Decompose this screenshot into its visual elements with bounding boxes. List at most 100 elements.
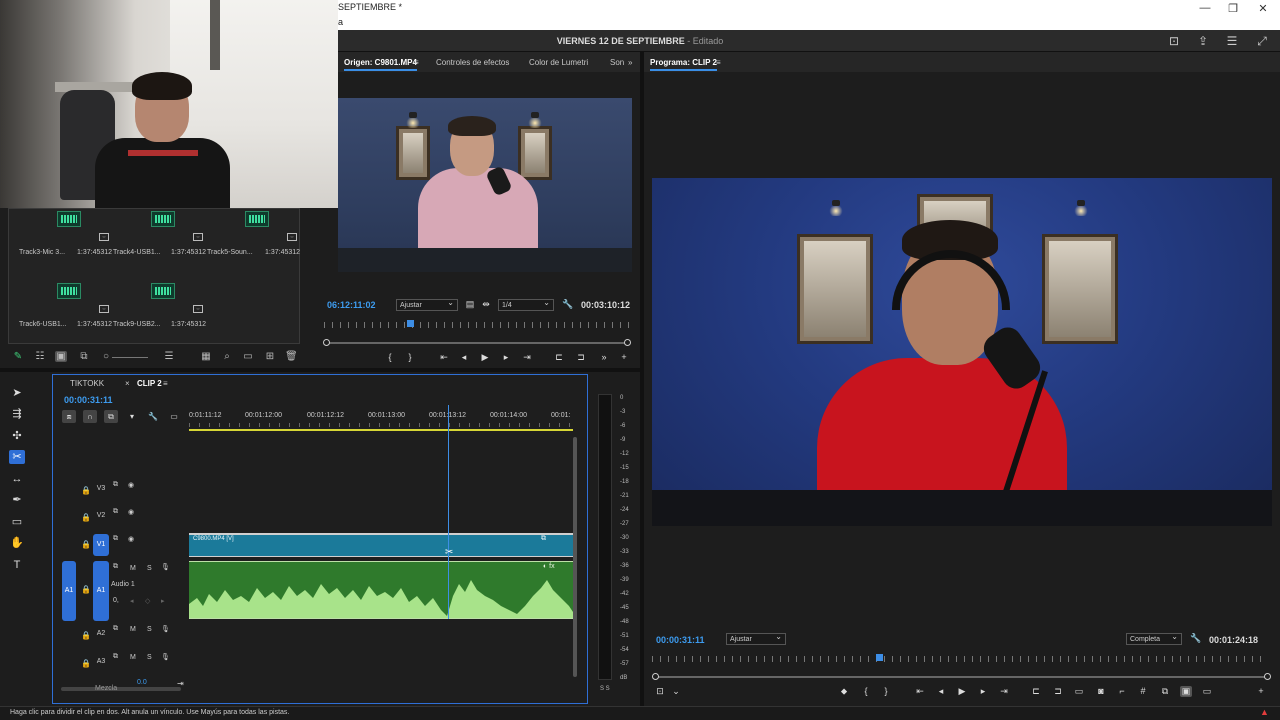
mark-out-icon[interactable]: } [404,352,416,362]
trash-icon[interactable]: 🗑 [285,351,298,362]
mute-button[interactable]: M [130,654,136,661]
add-button-icon[interactable]: + [618,352,630,362]
multicam-icon[interactable]: ▣ [1180,686,1192,697]
zoom-slider-icon[interactable]: ○ [100,351,112,362]
source-fit-select[interactable]: Ajustar [396,298,458,311]
play-icon[interactable]: ▶ [956,686,968,697]
track-name[interactable]: V3 [93,485,109,492]
meter-solo-buttons[interactable]: S S [600,686,610,692]
lock-icon[interactable]: 🔒 [81,540,91,549]
tab-menu-icon[interactable]: ≡ [716,58,721,67]
timeline-playhead[interactable] [448,405,449,619]
tab-menu-icon[interactable]: ≡ [414,58,419,67]
solo-button[interactable]: S [147,654,152,661]
program-playhead[interactable] [876,654,883,661]
source-resolution-select[interactable]: 1/4 [498,298,554,311]
tab-program[interactable]: Programa: CLIP 2 [650,58,717,71]
chevron-down-icon[interactable]: ⌄ [670,686,682,697]
source-playhead[interactable] [407,320,414,327]
timeline-horizontal-scrollbar[interactable] [61,687,181,691]
zoom-value[interactable]: 0.0 [137,679,147,686]
zoom-slider-track[interactable] [112,357,148,358]
source-scroll-bar[interactable] [328,342,628,344]
add-marker-icon[interactable]: ⬥ [838,686,850,697]
icon-view-icon[interactable]: ▣ [55,351,67,362]
lock-icon[interactable]: 🔒 [81,486,91,495]
microphone-icon[interactable]: 🎙 [161,653,170,661]
lift-icon[interactable]: ⊏ [1030,686,1042,697]
tab-effect-controls[interactable]: Controles de efectos [436,58,509,67]
add-button-icon[interactable]: + [1255,686,1267,696]
step-forward-icon[interactable]: ▸ [500,352,512,363]
view-options-icon[interactable]: ⊡ [654,686,666,697]
tab-sequence-tiktokk[interactable]: TIKTOKK [70,379,104,388]
snap-icon[interactable]: ∩ [83,410,97,423]
sync-lock-icon[interactable]: ⧉ [113,508,118,516]
source-time-ruler[interactable] [324,322,630,328]
mark-in-icon[interactable]: { [384,352,396,362]
share-icon[interactable]: ⇪ [1195,34,1211,48]
lock-icon[interactable]: 🔒 [81,585,91,594]
lock-icon[interactable]: 🔒 [81,659,91,668]
eye-icon[interactable]: ◉ [128,508,134,516]
settings-icon[interactable]: ▤ [464,299,476,310]
compare-icon[interactable]: ⧉ [1159,686,1171,697]
captions-icon[interactable]: ▭ [167,410,181,423]
pencil-icon[interactable]: ✎ [12,351,24,362]
go-to-in-icon[interactable]: ⇤ [438,352,450,363]
insert-icon[interactable]: ⊏ [553,352,565,363]
keyframe-icon[interactable]: ◇ [145,597,150,605]
hand-tool-icon[interactable]: ✋ [9,536,25,550]
track-name[interactable]: V1 [93,534,109,556]
slip-tool-icon[interactable]: ↔ [9,472,25,486]
mark-in-icon[interactable]: { [860,686,872,696]
warning-icon[interactable]: ▲ [1260,707,1269,717]
bin-item[interactable]: ⇔ Track5-Soun... 1:37:45312 [207,211,300,267]
overwrite-icon[interactable]: ⊐ [575,352,587,363]
tab-sequence-clip2[interactable]: CLIP 2 [137,379,162,388]
nest-icon[interactable]: ⧈ [62,410,76,423]
workspace-icon[interactable]: ⊡ [1166,34,1182,48]
minimize-button[interactable]: — [1198,2,1212,14]
sync-lock-icon[interactable]: ⧉ [113,625,118,633]
sync-lock-icon[interactable]: ⧉ [113,535,118,543]
expand-icon[interactable]: ⇹ [480,299,492,310]
go-to-out-icon[interactable]: ⇥ [998,686,1010,697]
step-back-icon[interactable]: ◂ [458,352,470,363]
step-back-icon[interactable]: ◂ [935,686,947,697]
pen-tool-icon[interactable]: ✒ [9,493,25,507]
timeline-timecode[interactable]: 00:00:31:11 [64,395,113,405]
razor-tool-icon[interactable]: ✂ [9,450,25,464]
add-marker-icon[interactable]: ▾ [125,410,139,423]
wrench-icon[interactable]: 🔧 [146,410,160,423]
lock-icon[interactable]: 🔒 [81,631,91,640]
ruler-icon[interactable]: ⌐ [1116,686,1128,696]
program-timecode[interactable]: 00:00:31:11 [656,635,705,645]
sync-lock-icon[interactable]: ⧉ [113,653,118,661]
source-scroll-end[interactable] [624,339,631,346]
timeline-vertical-scrollbar[interactable] [573,437,577,677]
work-area-bar[interactable] [189,429,573,431]
audio-clip[interactable]: ◐ fx [189,561,573,619]
new-item-icon[interactable]: ⊞ [264,351,276,362]
video-clip[interactable]: C9800.MP4 [V] ⧉ [189,533,573,557]
extract-icon[interactable]: ⊐ [1052,686,1064,697]
tab-source[interactable]: Origen: C9801.MP4 [344,58,417,71]
search-icon[interactable]: ⌕ [221,351,233,362]
microphone-icon[interactable]: 🎙 [161,563,170,571]
grid-icon[interactable]: # [1137,686,1149,696]
rectangle-tool-icon[interactable]: ▭ [9,515,25,529]
wrench-icon[interactable]: 🔧 [1190,633,1202,644]
sync-lock-icon[interactable]: ⧉ [113,563,118,571]
mute-button[interactable]: M [130,565,136,572]
step-forward-icon[interactable]: ▸ [977,686,989,697]
chevron-right-icon[interactable]: » [628,58,632,67]
list-view-icon[interactable]: ☷ [34,351,46,362]
track-select-tool-icon[interactable]: ⇶ [9,407,25,421]
camera-icon[interactable]: ◙ [1095,686,1107,696]
tab-close-icon[interactable]: × [125,379,130,388]
tab-lumetri-color[interactable]: Color de Lumetri [529,58,588,67]
safe-margins-icon[interactable]: ▭ [1073,686,1085,697]
prev-keyframe-icon[interactable]: ◂ [130,597,134,605]
automate-icon[interactable]: ▦ [200,351,212,362]
